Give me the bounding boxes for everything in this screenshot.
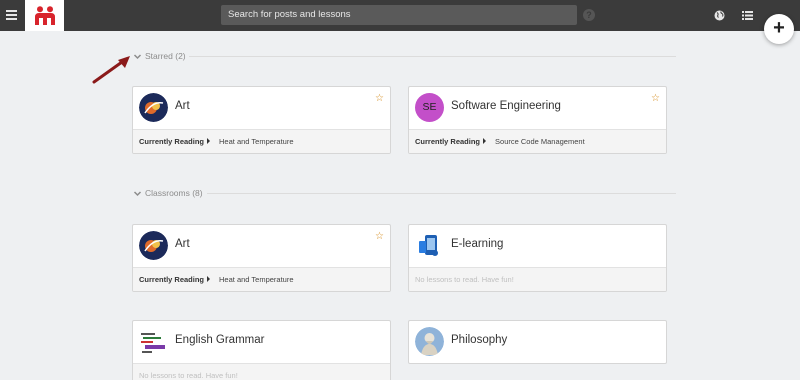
section-divider (207, 193, 676, 194)
currently-reading-label: Currently Reading (139, 137, 205, 146)
current-lesson: Source Code Management (495, 137, 585, 146)
classrooms-section-label: Classrooms (8) (145, 188, 203, 198)
caret-right-icon (207, 138, 211, 144)
help-icon[interactable]: ? (583, 9, 595, 21)
card-title: E-learning (451, 238, 504, 250)
currently-reading-row[interactable]: Currently Reading Source Code Management (409, 129, 666, 153)
add-button[interactable]: + (764, 14, 794, 44)
classroom-card-philosophy[interactable]: Philosophy (408, 320, 667, 364)
annotation-arrow-icon (92, 56, 130, 84)
art-thumbnail (139, 93, 168, 122)
app-logo[interactable] (25, 0, 64, 31)
empty-lessons-text: No lessons to read. Have fun! (139, 371, 238, 380)
classroom-card-software-engineering-starred[interactable]: SE Software Engineering ☆ Currently Read… (408, 86, 667, 154)
classroom-card-e-learning[interactable]: E-learning No lessons to read. Have fun! (408, 224, 667, 292)
globe-icon[interactable] (714, 10, 725, 21)
section-divider (189, 56, 676, 57)
card-title: Art (175, 238, 190, 250)
list-icon[interactable] (742, 11, 753, 20)
elearning-thumbnail (415, 231, 444, 260)
se-avatar: SE (415, 93, 444, 122)
current-lesson: Heat and Temperature (219, 275, 294, 284)
classroom-card-art-starred[interactable]: Art ☆ Currently Reading Heat and Temperat… (132, 86, 391, 154)
caret-right-icon (207, 276, 211, 282)
chevron-down-icon (133, 53, 142, 59)
star-icon[interactable]: ☆ (651, 93, 660, 104)
currently-reading-label: Currently Reading (415, 137, 481, 146)
card-title: Software Engineering (451, 100, 561, 112)
empty-lessons-text: No lessons to read. Have fun! (415, 275, 514, 284)
card-title: Philosophy (451, 334, 508, 346)
caret-right-icon (483, 138, 487, 144)
menu-icon[interactable] (6, 10, 17, 20)
art-thumbnail (139, 231, 168, 260)
card-title: Art (175, 100, 190, 112)
currently-reading-row[interactable]: Currently Reading Heat and Temperature (133, 129, 390, 153)
classroom-card-english-grammar[interactable]: English Grammar No lessons to read. Have… (132, 320, 391, 380)
starred-section-toggle[interactable]: Starred (2) (133, 50, 676, 62)
currently-reading-row[interactable]: Currently Reading Heat and Temperature (133, 267, 390, 291)
logo-icon (35, 6, 55, 25)
search-input[interactable]: Search for posts and lessons (221, 5, 577, 25)
empty-lessons-row: No lessons to read. Have fun! (133, 363, 390, 380)
currently-reading-label: Currently Reading (139, 275, 205, 284)
empty-lessons-row: No lessons to read. Have fun! (409, 267, 666, 291)
classroom-card-art[interactable]: Art ☆ Currently Reading Heat and Temperat… (132, 224, 391, 292)
starred-section-label: Starred (2) (145, 51, 186, 61)
star-icon[interactable]: ☆ (375, 231, 384, 242)
chevron-down-icon (133, 190, 142, 196)
philosophy-thumbnail (415, 327, 444, 356)
grammar-thumbnail (139, 327, 168, 356)
star-icon[interactable]: ☆ (375, 93, 384, 104)
top-bar: Search for posts and lessons ? (0, 0, 800, 31)
card-title: English Grammar (175, 334, 265, 346)
classrooms-section-toggle[interactable]: Classrooms (8) (133, 187, 676, 199)
current-lesson: Heat and Temperature (219, 137, 294, 146)
